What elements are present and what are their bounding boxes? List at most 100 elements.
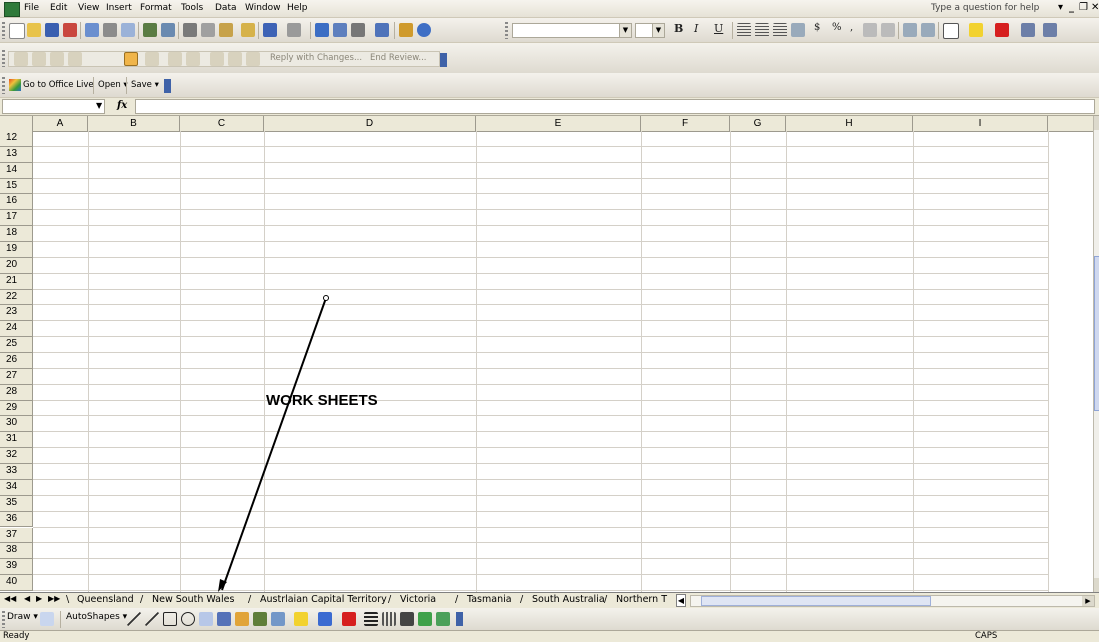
minimize-icon[interactable]: _ <box>1069 2 1074 13</box>
help-dropdown-icon[interactable]: ▾ <box>1058 2 1063 13</box>
new-comment-icon[interactable] <box>14 52 28 66</box>
menu-data[interactable]: Data <box>215 3 237 13</box>
toolbar-grip[interactable] <box>505 22 508 39</box>
delete-comment-icon[interactable] <box>145 52 159 66</box>
underline-button[interactable]: U <box>714 22 723 35</box>
column-header-g[interactable]: G <box>730 116 786 131</box>
row-header-30[interactable]: 30 <box>0 416 33 433</box>
line-style-icon[interactable] <box>364 612 378 626</box>
column-header-e[interactable]: E <box>476 116 641 131</box>
insert-function-icon[interactable]: fx <box>117 100 127 111</box>
toolbar-options-icon[interactable] <box>1021 23 1035 37</box>
row-header-15[interactable]: 15 <box>0 178 33 195</box>
align-right-icon[interactable] <box>773 23 787 37</box>
align-left-icon[interactable] <box>737 23 751 37</box>
row-header-32[interactable]: 32 <box>0 448 33 465</box>
cut-icon[interactable] <box>183 23 197 37</box>
font-color-icon[interactable] <box>995 23 1009 37</box>
symbol-icon[interactable] <box>333 23 347 37</box>
chart-wizard-icon[interactable] <box>399 23 413 37</box>
sheet-tab[interactable]: Austrlaian Capital Territory <box>260 594 387 605</box>
horizontal-scrollbar[interactable]: ▶ <box>690 595 1095 607</box>
prev-sheet-icon[interactable]: ◀ <box>24 594 30 603</box>
row-header-37[interactable]: 37 <box>0 527 33 544</box>
column-header-a[interactable]: A <box>33 116 88 131</box>
worksheet-grid[interactable]: ABCDEFGHI 12 13 14 15 16 17 18 19 20 21 22 23 24 25 26… <box>0 116 1099 592</box>
previous-comment-icon[interactable] <box>32 52 46 66</box>
scroll-right-arrow[interactable]: ▶ <box>1082 596 1094 606</box>
show-all-comments-icon[interactable] <box>124 52 138 66</box>
row-header-23[interactable]: 23 <box>0 305 33 322</box>
open-menu-button[interactable]: Open ▾ <box>98 80 128 90</box>
hyperlink-icon[interactable] <box>315 23 329 37</box>
vertical-scrollbar[interactable] <box>1093 116 1099 592</box>
sheet-tab[interactable]: South Australia <box>532 594 605 605</box>
show-comment-icon[interactable] <box>68 52 82 66</box>
next-sheet-icon[interactable]: ▶ <box>36 594 42 603</box>
spelling-icon[interactable] <box>143 23 157 37</box>
help-search-input[interactable]: Type a question for help <box>931 3 1039 13</box>
row-header-21[interactable]: 21 <box>0 273 33 290</box>
name-box-dropdown-icon[interactable]: ▼ <box>96 101 102 110</box>
permission-icon[interactable] <box>63 23 77 37</box>
menu-file[interactable]: File <box>24 3 39 13</box>
font-name-select[interactable]: ▼ <box>512 23 632 38</box>
sheet-tab[interactable]: New South Wales <box>152 594 234 605</box>
new-document-icon[interactable] <box>9 23 25 39</box>
column-header-h[interactable]: H <box>786 116 913 131</box>
row-header-18[interactable]: 18 <box>0 226 33 243</box>
formula-input[interactable] <box>135 99 1095 114</box>
sheet-tab[interactable]: Tasmania <box>467 594 512 605</box>
align-center-icon[interactable] <box>755 23 769 37</box>
autosum-icon[interactable] <box>351 23 365 37</box>
row-header-20[interactable]: 20 <box>0 257 33 274</box>
ink-annotations-icon[interactable] <box>228 52 242 66</box>
menu-tools[interactable]: Tools <box>181 3 203 13</box>
undo-icon[interactable] <box>263 23 277 37</box>
fill-color-icon[interactable] <box>969 23 983 37</box>
row-header-29[interactable]: 29 <box>0 400 33 417</box>
column-header-b[interactable]: B <box>88 116 180 131</box>
font-color-icon[interactable] <box>342 612 356 626</box>
menu-help[interactable]: Help <box>287 3 308 13</box>
select-all-corner[interactable] <box>0 116 33 131</box>
last-sheet-icon[interactable]: ▶▶ <box>48 594 60 603</box>
column-header-d[interactable]: D <box>264 116 476 131</box>
row-header-13[interactable]: 13 <box>0 146 33 163</box>
research-icon[interactable] <box>161 23 175 37</box>
excel-app-icon[interactable] <box>4 2 20 17</box>
end-review-button[interactable]: End Review... <box>370 53 427 63</box>
sheet-tab[interactable]: Northern T <box>616 594 667 605</box>
row-header-25[interactable]: 25 <box>0 337 33 354</box>
shadow-style-icon[interactable] <box>418 612 432 626</box>
next-comment-icon[interactable] <box>50 52 64 66</box>
bold-button[interactable]: B <box>674 22 683 35</box>
copy-icon[interactable] <box>201 23 215 37</box>
help-icon[interactable] <box>417 23 431 37</box>
column-header-i[interactable]: I <box>913 116 1048 131</box>
row-header-34[interactable]: 34 <box>0 479 33 496</box>
picture-icon[interactable] <box>271 612 285 626</box>
menu-edit[interactable]: Edit <box>50 3 67 13</box>
text-box-icon[interactable] <box>199 612 213 626</box>
arrow-style-icon[interactable] <box>400 612 414 626</box>
paste-icon[interactable] <box>219 23 233 37</box>
row-header-28[interactable]: 28 <box>0 384 33 401</box>
menu-window[interactable]: Window <box>245 3 281 13</box>
increase-indent-icon[interactable] <box>921 23 935 37</box>
autoshapes-menu-button[interactable]: AutoShapes ▾ <box>66 612 127 622</box>
sheet-tab[interactable]: Victoria <box>400 594 436 605</box>
increase-decimal-icon[interactable] <box>863 23 877 37</box>
horizontal-scroll-thumb[interactable] <box>701 596 931 606</box>
redo-icon[interactable] <box>287 23 301 37</box>
toolbar-more-icon[interactable] <box>1043 23 1057 37</box>
track-changes-icon[interactable] <box>168 52 182 66</box>
restore-icon[interactable]: ❐ <box>1079 2 1088 13</box>
font-size-select[interactable]: ▼ <box>635 23 665 38</box>
fill-color-icon[interactable] <box>294 612 308 626</box>
borders-icon[interactable] <box>943 23 959 39</box>
scroll-down-arrow[interactable] <box>1094 578 1099 592</box>
row-header-36[interactable]: 36 <box>0 511 33 528</box>
row-header-33[interactable]: 33 <box>0 464 33 480</box>
column-header-c[interactable]: C <box>180 116 264 131</box>
